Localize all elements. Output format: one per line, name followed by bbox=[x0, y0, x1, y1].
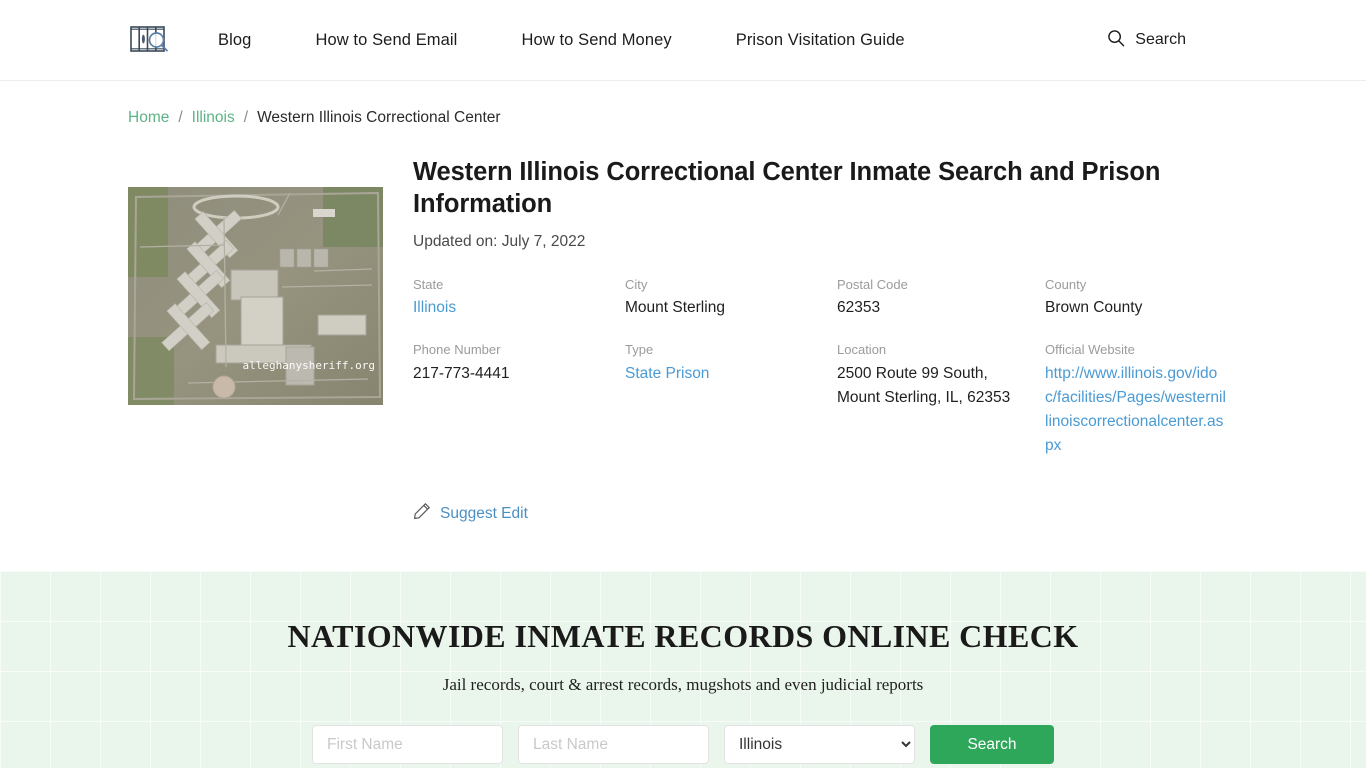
facility-meta-grid: State Illinois City Mount Sterling Posta… bbox=[413, 277, 1257, 458]
facility-info: Western Illinois Correctional Center Inm… bbox=[383, 157, 1257, 525]
suggest-edit-button[interactable]: Suggest Edit bbox=[413, 502, 528, 525]
prison-bars-magnifier-logo-icon bbox=[128, 23, 170, 57]
aerial-photo-graphic: alleghanysheriff.org bbox=[128, 187, 383, 405]
nav-item-prison-visitation-guide[interactable]: Prison Visitation Guide bbox=[704, 31, 937, 50]
pencil-icon bbox=[413, 502, 431, 525]
meta-cell-city: City Mount Sterling bbox=[625, 277, 837, 321]
meta-label-official-website: Official Website bbox=[1045, 342, 1135, 358]
breadcrumb-item-current: Western Illinois Correctional Center bbox=[257, 109, 501, 126]
banner-title: NATIONWIDE INMATE RECORDS ONLINE CHECK bbox=[287, 618, 1079, 655]
meta-cell-postal-code: Postal Code 62353 bbox=[837, 277, 1045, 321]
suggest-edit-row: Suggest Edit bbox=[413, 458, 1257, 525]
meta-cell-location: Location 2500 Route 99 South, Mount Ster… bbox=[837, 342, 1045, 458]
breadcrumb-item-home[interactable]: Home bbox=[128, 109, 169, 127]
site-logo[interactable] bbox=[128, 23, 170, 57]
meta-cell-phone-number: Phone Number 217-773-4441 bbox=[413, 342, 625, 458]
nav-item-how-to-send-email[interactable]: How to Send Email bbox=[283, 31, 489, 50]
main-navigation: Blog How to Send Email How to Send Money… bbox=[218, 31, 937, 50]
facility-aerial-photo: alleghanysheriff.org bbox=[128, 187, 383, 405]
nationwide-search-banner: NATIONWIDE INMATE RECORDS ONLINE CHECK J… bbox=[0, 571, 1366, 768]
meta-value-state: Illinois bbox=[413, 296, 603, 320]
meta-value-city: Mount Sterling bbox=[625, 299, 725, 317]
breadcrumb-separator: / bbox=[178, 109, 183, 126]
page-title: Western Illinois Correctional Center Inm… bbox=[413, 158, 1161, 218]
meta-value-postal-code: 62353 bbox=[837, 299, 881, 317]
meta-cell-county: County Brown County bbox=[1045, 277, 1257, 321]
meta-label-postal-code: Postal Code bbox=[837, 276, 908, 292]
photo-watermark-text: alleghanysheriff.org bbox=[243, 359, 375, 372]
meta-value-type: State Prison bbox=[625, 362, 815, 386]
site-header: Blog How to Send Email How to Send Money… bbox=[0, 0, 1366, 81]
meta-value-county: Brown County bbox=[1045, 299, 1143, 317]
nav-item-how-to-send-money[interactable]: How to Send Money bbox=[489, 31, 703, 50]
search-submit-button[interactable]: Search bbox=[930, 725, 1054, 765]
type-link[interactable]: State Prison bbox=[625, 365, 709, 382]
nav-item-blog[interactable]: Blog bbox=[218, 31, 283, 50]
state-select[interactable]: Illinois bbox=[724, 725, 915, 765]
breadcrumb-wrapper: Home / Illinois / Western Illinois Corre… bbox=[0, 81, 1366, 127]
meta-cell-type: Type State Prison bbox=[625, 342, 837, 458]
official-website-link[interactable]: http://www.illinois.gov/idoc/facilities/… bbox=[1045, 365, 1226, 454]
breadcrumb-separator: / bbox=[243, 109, 249, 126]
meta-label-phone-number: Phone Number bbox=[413, 342, 501, 358]
inmate-search-form: Illinois Search bbox=[0, 725, 1366, 765]
suggest-edit-label: Suggest Edit bbox=[440, 504, 528, 522]
facility-section: alleghanysheriff.org Western Illinois Co… bbox=[0, 127, 1366, 526]
breadcrumb-item-illinois[interactable]: Illinois bbox=[192, 109, 235, 127]
meta-cell-state: State Illinois bbox=[413, 277, 625, 321]
meta-label-county: County bbox=[1045, 276, 1087, 292]
meta-label-city: City bbox=[625, 276, 648, 292]
breadcrumb: Home / Illinois / Western Illinois Corre… bbox=[128, 109, 1238, 127]
meta-label-state: State bbox=[413, 276, 444, 292]
first-name-input[interactable] bbox=[312, 725, 503, 765]
meta-value-official-website: http://www.illinois.gov/idoc/facilities/… bbox=[1045, 362, 1227, 458]
meta-cell-official-website: Official Website http://www.illinois.gov… bbox=[1045, 342, 1257, 458]
meta-label-location: Location bbox=[837, 342, 887, 358]
header-search-label: Search bbox=[1135, 31, 1186, 48]
meta-value-phone-number: 217-773-4441 bbox=[413, 364, 510, 382]
banner-subtitle: Jail records, court & arrest records, mu… bbox=[442, 675, 924, 695]
header-search-toggle[interactable]: Search bbox=[1107, 29, 1186, 52]
updated-date: Updated on: July 7, 2022 bbox=[413, 232, 586, 250]
state-link[interactable]: Illinois bbox=[413, 299, 456, 316]
meta-label-type: Type bbox=[625, 342, 654, 358]
last-name-input[interactable] bbox=[518, 725, 709, 765]
section-spacer bbox=[0, 525, 1366, 572]
meta-value-location: 2500 Route 99 South, Mount Sterling, IL,… bbox=[837, 364, 1011, 406]
search-icon bbox=[1107, 29, 1125, 52]
